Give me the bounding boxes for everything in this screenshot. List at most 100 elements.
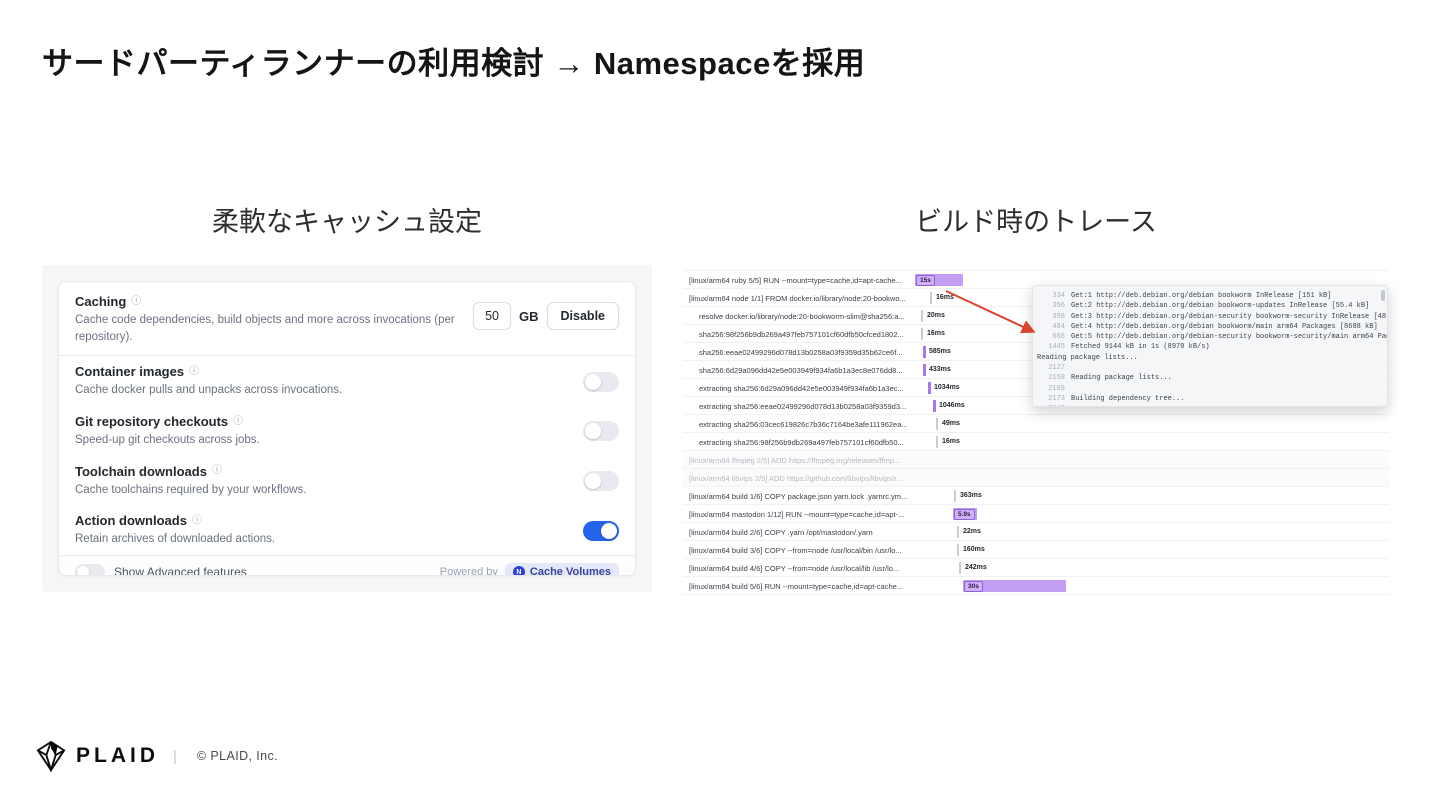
duration-label: 585ms	[929, 348, 951, 355]
log-line-text: Get:1 http://deb.debian.org/debian bookw…	[1071, 292, 1332, 300]
trace-step-label: [linux/arm64 ffmpeg 2/5] ADD https://ffm…	[689, 456, 901, 465]
log-line-text: Building dependency tree...	[1071, 394, 1185, 403]
cache-settings-screenshot: Caching ⓘ Cache code dependencies, build…	[42, 265, 652, 592]
setting-title: Toolchain downloads	[75, 463, 207, 479]
log-line: 668 Get:5 http://deb.debian.org/debian-se…	[1037, 332, 1387, 342]
cache-size-input[interactable]: 50	[473, 302, 512, 330]
duration-tick	[957, 544, 959, 556]
disable-button[interactable]: Disable	[546, 302, 619, 330]
trace-step-label: [linux/arm64 node 1/1] FROM docker.io/li…	[689, 294, 906, 303]
trace-step-label: [linux/arm64 build 2/6] COPY .yarn /opt/…	[689, 528, 873, 537]
log-line-number: 358	[1052, 312, 1065, 321]
setting-text: Container images ⓘ Cache docker pulls and …	[75, 364, 342, 399]
info-icon[interactable]: ⓘ	[192, 515, 202, 526]
log-line-number: 2169	[1048, 384, 1065, 393]
duration-label: 1046ms	[939, 402, 965, 409]
cache-size-unit: GB	[519, 308, 539, 324]
setting-toggle[interactable]	[583, 471, 619, 492]
toggle-knob	[601, 522, 617, 539]
log-popup: 334 Get:1 http://deb.debian.org/debian bo…	[1032, 285, 1388, 407]
trace-step-label: [linux/arm64 libvips 2/5] ADD https://gi…	[689, 474, 903, 483]
duration-label: 15s	[916, 274, 935, 286]
info-icon[interactable]: ⓘ	[212, 466, 222, 476]
log-line-number: 2248	[1037, 404, 1065, 406]
setting-row: Toolchain downloads ⓘ Cache toolchains req…	[59, 456, 635, 506]
trace-step-label: [linux/arm64 mastodon 1/12] RUN --mount=…	[689, 510, 905, 519]
trace-row[interactable]: [linux/arm64 mastodon 1/12] RUN --mount=…	[683, 505, 1389, 523]
plaid-wordmark: PLAID	[76, 744, 159, 767]
setting-title: Action downloads	[75, 513, 187, 529]
toggle-knob	[585, 473, 601, 490]
duration-tick	[936, 418, 938, 430]
cache-volumes-badge[interactable]: N Cache Volumes	[504, 563, 619, 576]
setting-row: Action downloads ⓘ Retain archives of down…	[59, 505, 635, 555]
trace-row[interactable]: [linux/arm64 libvips 2/5] ADD https://gi…	[683, 469, 1389, 487]
log-line: 2248	[1037, 404, 1381, 406]
cache-volumes-label: Cache Volumes	[529, 566, 611, 576]
caching-title: Caching	[75, 294, 127, 309]
trace-row[interactable]: [linux/arm64 build 1/6] COPY package.jso…	[683, 487, 1389, 505]
duration-tick	[957, 526, 959, 538]
setting-text: Toolchain downloads ⓘ Cache toolchains req…	[75, 464, 306, 499]
trace-row[interactable]: extracting sha256:03cec619826c7b36c7164b…	[683, 415, 1389, 433]
setting-text: Action downloads ⓘ Retain archives of down…	[75, 513, 275, 548]
toggle-knob	[585, 423, 601, 440]
duration-tick	[930, 292, 932, 304]
copyright-text: © PLAID, Inc.	[196, 749, 279, 763]
trace-step-label: sha256:eeae02499296d078d13b0258a03f9359d…	[699, 348, 903, 357]
info-icon[interactable]: ⓘ	[131, 296, 141, 307]
duration-tick	[928, 382, 931, 394]
settings-toggle-rows: Container images ⓘ Cache docker pulls and …	[59, 356, 635, 555]
duration-label: 30s	[964, 580, 983, 592]
log-line-number: 484	[1052, 322, 1065, 331]
scrollbar[interactable]	[1381, 290, 1385, 301]
trace-row[interactable]: extracting sha256:98f256b9db269a497feb75…	[683, 433, 1389, 451]
setting-toggle[interactable]	[583, 520, 619, 541]
cache-settings-card: Caching ⓘ Cache code dependencies, build…	[58, 281, 636, 576]
trace-row[interactable]: [linux/arm64 ffmpeg 2/5] ADD https://ffm…	[683, 451, 1389, 469]
footer-separator: |	[173, 747, 177, 765]
setting-toggle[interactable]	[583, 421, 619, 442]
setting-description: Speed-up git checkouts across jobs.	[75, 434, 260, 447]
trace-row[interactable]: [linux/arm64 build 2/6] COPY .yarn /opt/…	[683, 523, 1389, 541]
log-line-number: 1445	[1048, 343, 1065, 352]
build-trace-screenshot: [linux/arm64 ruby 5/5] RUN --mount=type=…	[683, 270, 1389, 595]
duration-bar[interactable]: 30s	[963, 580, 1066, 592]
log-line-number: 668	[1052, 333, 1065, 342]
trace-row[interactable]: [linux/arm64 build 5/6] RUN --mount=type…	[683, 577, 1389, 595]
duration-label: 160ms	[963, 546, 985, 553]
info-icon[interactable]: ⓘ	[233, 416, 243, 427]
duration-label: 433ms	[929, 366, 951, 373]
trace-step-label: extracting sha256:6d29a096dd42e5e003949f…	[699, 384, 904, 393]
duration-tick	[936, 436, 938, 448]
log-line-text: Reading package lists...	[1071, 374, 1172, 383]
trace-row[interactable]: [linux/arm64 build 3/6] COPY --from=node…	[683, 541, 1389, 559]
log-line-text: Get:3 http://deb.debian.org/debian-secur…	[1071, 312, 1388, 321]
duration-tick	[921, 310, 923, 322]
trace-row[interactable]: [linux/arm64 build 4/6] COPY --from=node…	[683, 559, 1389, 577]
setting-toggle[interactable]	[583, 371, 619, 392]
duration-bar[interactable]: 15s	[915, 274, 963, 286]
show-advanced-toggle[interactable]	[75, 564, 105, 575]
setting-description: Retain archives of downloaded actions.	[75, 533, 276, 546]
left-column-heading: 柔軟なキャッシュ設定	[212, 207, 482, 237]
right-column-heading: ビルド時のトレース	[915, 207, 1157, 237]
log-line: Reading package lists...	[1037, 353, 1381, 363]
log-line: 358 Get:3 http://deb.debian.org/debian-se…	[1037, 312, 1387, 322]
setting-description: Cache docker pulls and unpacks across in…	[75, 384, 343, 397]
duration-tick	[933, 400, 936, 412]
trace-step-label: [linux/arm64 build 4/6] COPY --from=node…	[689, 564, 900, 573]
log-line: 2169	[1037, 384, 1381, 394]
trace-step-label: [linux/arm64 build 1/6] COPY package.jso…	[689, 492, 908, 501]
trace-step-label: sha256:98f256b9db269a497feb757101cf60dfb…	[699, 330, 904, 339]
show-advanced-label: Show Advanced features	[114, 565, 247, 576]
info-icon[interactable]: ⓘ	[189, 366, 199, 377]
caching-text: Caching ⓘ Cache code dependencies, build…	[75, 294, 473, 345]
setting-title: Git repository checkouts	[75, 414, 229, 430]
log-lines: 334 Get:1 http://deb.debian.org/debian bo…	[1037, 291, 1387, 406]
log-line: 484 Get:4 http://deb.debian.org/debian bo…	[1037, 322, 1381, 332]
setting-row: Container images ⓘ Cache docker pulls and …	[59, 356, 635, 406]
duration-bar[interactable]: 5.9s	[953, 508, 977, 520]
slide-footer: PLAID | © PLAID, Inc.	[36, 740, 278, 772]
duration-label: 49ms	[942, 420, 960, 427]
